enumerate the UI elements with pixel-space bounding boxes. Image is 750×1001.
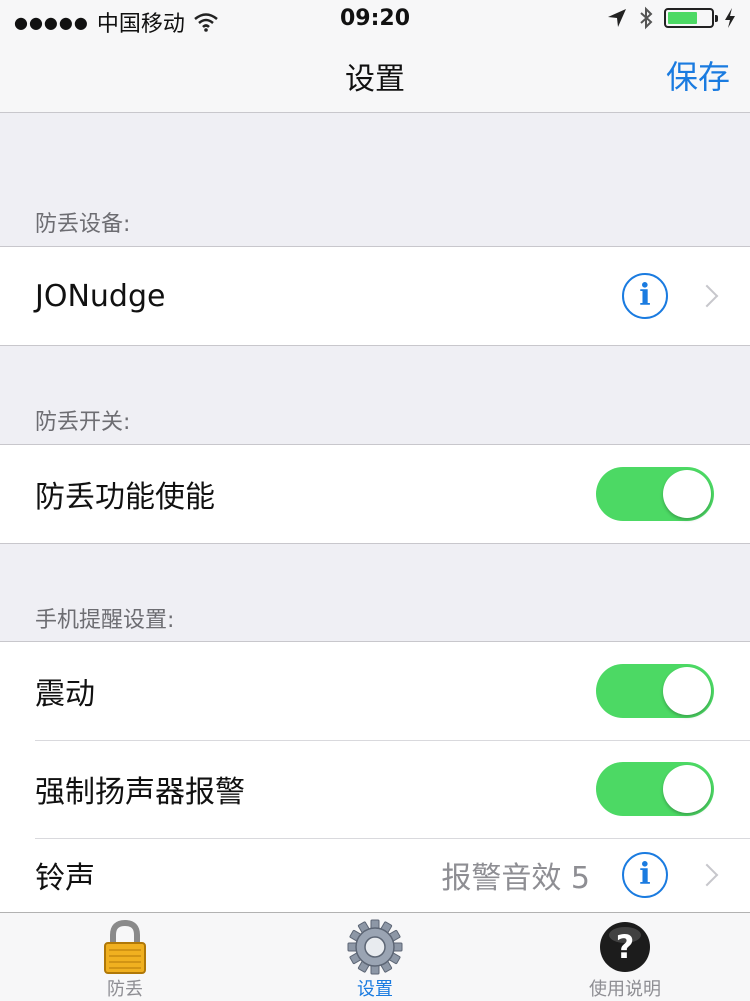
- section-header-device: 防丢设备:: [35, 212, 131, 237]
- toggle-knob: [663, 667, 711, 715]
- lock-icon: [104, 919, 146, 974]
- ringtone-label: 铃声: [35, 861, 95, 896]
- info-icon[interactable]: i: [622, 852, 668, 898]
- chevron-right-icon: [695, 284, 719, 308]
- device-group: JONudge i: [0, 246, 750, 346]
- ringtone-value: 报警音效 5: [441, 861, 590, 896]
- toggle-knob: [663, 765, 711, 813]
- speaker-toggle[interactable]: [596, 762, 714, 816]
- tab-help[interactable]: ? 使用说明: [500, 913, 750, 1001]
- tab-settings[interactable]: 设置: [250, 913, 500, 1001]
- gear-icon: [347, 919, 403, 975]
- anti-lost-row: 防丢功能使能: [0, 445, 750, 543]
- ringtone-row[interactable]: 铃声 报警音效 5 i: [0, 838, 750, 912]
- speaker-row: 强制扬声器报警: [0, 740, 750, 838]
- charging-bolt-icon: [725, 8, 735, 28]
- section-header-alert: 手机提醒设置:: [35, 608, 175, 633]
- device-row[interactable]: JONudge i: [0, 247, 750, 345]
- navigation-bar: 设置 保存: [0, 36, 750, 113]
- page-title: 设置: [345, 62, 405, 97]
- svg-text:?: ?: [616, 928, 635, 966]
- tab-label: 防丢: [107, 979, 143, 1000]
- bluetooth-icon: [640, 6, 653, 30]
- info-icon[interactable]: i: [622, 273, 668, 319]
- section-header-switch: 防丢开关:: [35, 410, 131, 435]
- tab-label: 设置: [357, 979, 393, 1000]
- save-button[interactable]: 保存: [666, 52, 730, 98]
- anti-lost-toggle[interactable]: [596, 467, 714, 521]
- vibrate-label: 震动: [35, 677, 95, 712]
- toggle-knob: [663, 470, 711, 518]
- tab-anti-lost[interactable]: 防丢: [0, 913, 250, 1001]
- alert-group: 震动 强制扬声器报警 铃声 报警音效 5 i: [0, 641, 750, 912]
- help-icon: ?: [600, 922, 650, 972]
- anti-lost-label: 防丢功能使能: [35, 480, 215, 515]
- speaker-label: 强制扬声器报警: [35, 775, 245, 810]
- vibrate-row: 震动: [0, 642, 750, 740]
- status-right: [606, 6, 736, 30]
- status-bar: ●●●●● 中国移动 09:20: [0, 0, 750, 37]
- battery-icon: [664, 8, 718, 28]
- switch-group: 防丢功能使能: [0, 444, 750, 544]
- chevron-right-icon: [695, 863, 719, 887]
- location-arrow-icon: [608, 9, 626, 27]
- tab-bar: 防丢 设置 ? 使用说明: [0, 912, 750, 1001]
- device-name: JONudge: [35, 278, 166, 314]
- tab-label: 使用说明: [589, 979, 661, 1000]
- battery-level: [668, 12, 698, 24]
- vibrate-toggle[interactable]: [596, 664, 714, 718]
